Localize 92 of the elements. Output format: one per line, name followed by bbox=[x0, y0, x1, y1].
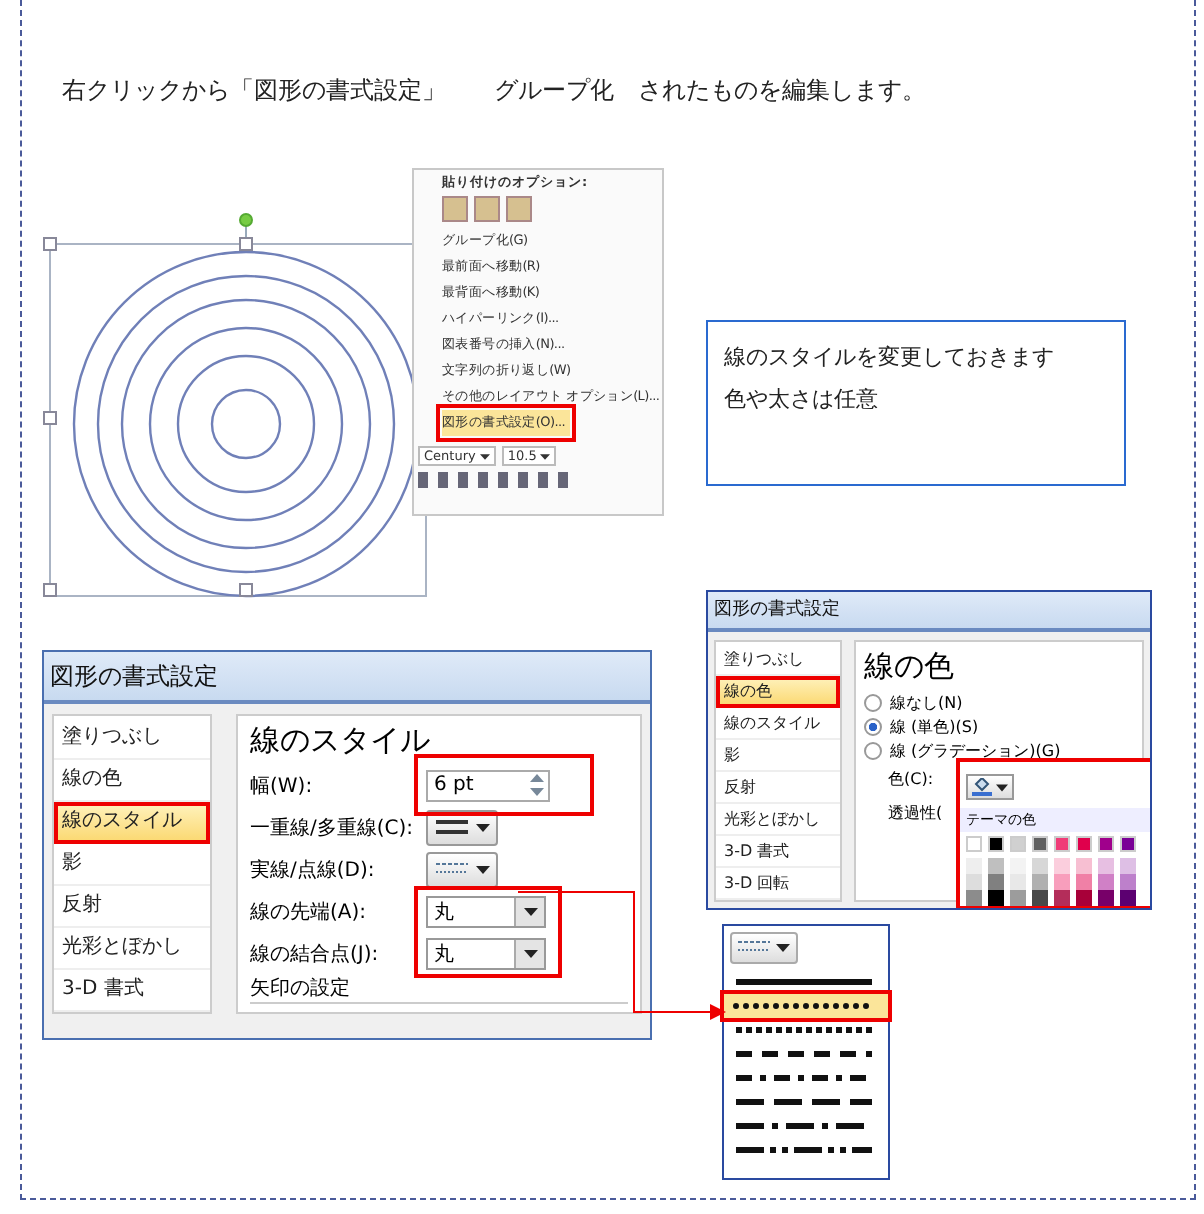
color-swatch[interactable] bbox=[1032, 836, 1048, 852]
field-label: 線の先端(A): bbox=[250, 899, 369, 925]
paste-option-icon[interactable] bbox=[506, 196, 532, 222]
radio-label: 線なし(N) bbox=[890, 691, 963, 713]
color-swatch[interactable] bbox=[1120, 858, 1136, 874]
color-swatch[interactable] bbox=[1010, 836, 1026, 852]
radio-button[interactable] bbox=[864, 717, 882, 735]
color-swatch[interactable] bbox=[988, 890, 1004, 906]
field-label: 幅(W): bbox=[250, 773, 315, 799]
radio-label: 線 (グラデーション)(G) bbox=[890, 739, 1061, 761]
caret-icon bbox=[523, 949, 537, 957]
color-swatch[interactable] bbox=[1076, 874, 1092, 890]
color-swatch[interactable] bbox=[988, 858, 1004, 874]
color-swatch[interactable] bbox=[1032, 858, 1048, 874]
paste-option-icon[interactable] bbox=[474, 196, 500, 222]
dialog-title: 図形の書式設定 bbox=[708, 592, 1150, 632]
color-swatch[interactable] bbox=[1054, 836, 1070, 852]
dialog-title: 図形の書式設定 bbox=[44, 652, 650, 704]
color-swatch[interactable] bbox=[1098, 890, 1114, 906]
sidebar-item[interactable]: 影 bbox=[716, 740, 840, 772]
color-picker-button[interactable] bbox=[966, 774, 1014, 800]
sidebar-item[interactable]: 光彩とぼかし bbox=[716, 804, 840, 836]
sidebar-item[interactable]: 光彩とぼかし bbox=[54, 928, 210, 970]
color-swatch[interactable] bbox=[1054, 858, 1070, 874]
section-heading: 線のスタイル bbox=[250, 722, 432, 760]
color-swatch[interactable] bbox=[1076, 890, 1092, 906]
color-swatch[interactable] bbox=[1032, 874, 1048, 890]
color-swatch[interactable] bbox=[966, 858, 982, 874]
field-label: 線の結合点(J): bbox=[250, 941, 381, 967]
field-label: 色(C): bbox=[888, 768, 934, 790]
caret-icon bbox=[996, 783, 1008, 791]
color-swatch[interactable] bbox=[1010, 890, 1026, 906]
color-swatch[interactable] bbox=[1054, 874, 1070, 890]
sidebar-item[interactable]: 塗りつぶし bbox=[54, 718, 210, 760]
instruction-text: 右クリックから「図形の書式設定」 グループ化 されたものを編集します。 bbox=[62, 74, 926, 108]
line-pattern-icon bbox=[730, 1024, 878, 1036]
section-label: 矢印の設定 bbox=[250, 974, 628, 1004]
note-text: 線のスタイルを変更しておきます bbox=[724, 342, 1056, 372]
color-swatch[interactable] bbox=[1098, 836, 1114, 852]
paint-bucket-icon bbox=[972, 778, 992, 796]
sidebar-item[interactable]: 線の色 bbox=[716, 676, 840, 708]
color-swatch[interactable] bbox=[1098, 858, 1114, 874]
note-text: 色や太さは任意 bbox=[724, 384, 880, 414]
caret-icon bbox=[476, 865, 490, 873]
radio-button[interactable] bbox=[864, 741, 882, 759]
color-swatch[interactable] bbox=[1098, 874, 1114, 890]
color-swatch[interactable] bbox=[1010, 874, 1026, 890]
sidebar-item[interactable]: 線のスタイル bbox=[54, 802, 210, 844]
color-swatch[interactable] bbox=[1054, 890, 1070, 906]
dashed-line-icon bbox=[434, 859, 470, 879]
field-label: 透過性( bbox=[888, 802, 943, 824]
color-swatch[interactable] bbox=[1120, 890, 1136, 906]
paste-option-icon[interactable] bbox=[442, 196, 468, 222]
color-swatch[interactable] bbox=[966, 874, 982, 890]
color-swatch[interactable] bbox=[1120, 836, 1136, 852]
sidebar-item[interactable]: 3-D 書式 bbox=[54, 970, 210, 1012]
color-swatch[interactable] bbox=[966, 836, 982, 852]
radio-label: 線 (単色)(S) bbox=[890, 715, 979, 737]
caret-icon bbox=[523, 907, 537, 915]
field-label: 一重線/多重線(C): bbox=[250, 815, 416, 841]
double-line-icon bbox=[434, 817, 470, 837]
sidebar-item[interactable]: 線のスタイル bbox=[716, 708, 840, 740]
sidebar-item[interactable]: 3-D 回転 bbox=[716, 868, 840, 900]
caret-icon bbox=[476, 823, 490, 831]
color-swatch[interactable] bbox=[1076, 836, 1092, 852]
color-swatch[interactable] bbox=[988, 874, 1004, 890]
width-spinner[interactable]: 6 pt bbox=[426, 769, 550, 801]
color-swatch[interactable] bbox=[1076, 858, 1092, 874]
color-swatch[interactable] bbox=[988, 836, 1004, 852]
section-heading: 線の色 bbox=[864, 648, 956, 686]
color-swatch[interactable] bbox=[1120, 874, 1136, 890]
join-dropdown[interactable]: 丸 bbox=[426, 937, 546, 969]
field-label: 実線/点線(D): bbox=[250, 857, 377, 883]
caret-icon bbox=[540, 453, 551, 459]
sidebar-item[interactable]: 反射 bbox=[54, 886, 210, 928]
sidebar-item[interactable]: 3-D 書式 bbox=[716, 836, 840, 868]
spinner-arrows-icon[interactable] bbox=[530, 774, 544, 796]
radio-button[interactable] bbox=[864, 693, 882, 711]
line-pattern-icon bbox=[730, 1144, 878, 1156]
sidebar-item[interactable]: 影 bbox=[54, 844, 210, 886]
line-pattern-icon bbox=[730, 1096, 878, 1108]
color-swatch[interactable] bbox=[1032, 890, 1048, 906]
cap-dropdown[interactable]: 丸 bbox=[426, 895, 546, 927]
line-style-option[interactable] bbox=[724, 994, 888, 1018]
color-swatch[interactable] bbox=[966, 890, 982, 906]
line-pattern-icon bbox=[730, 976, 878, 988]
dash-type-dropdown[interactable] bbox=[426, 851, 498, 887]
caret-icon bbox=[479, 453, 490, 459]
sidebar-item[interactable]: 反射 bbox=[716, 772, 840, 804]
caret-icon bbox=[776, 944, 790, 952]
line-pattern-icon bbox=[730, 1048, 878, 1060]
dash-type-dropdown[interactable] bbox=[730, 932, 798, 964]
